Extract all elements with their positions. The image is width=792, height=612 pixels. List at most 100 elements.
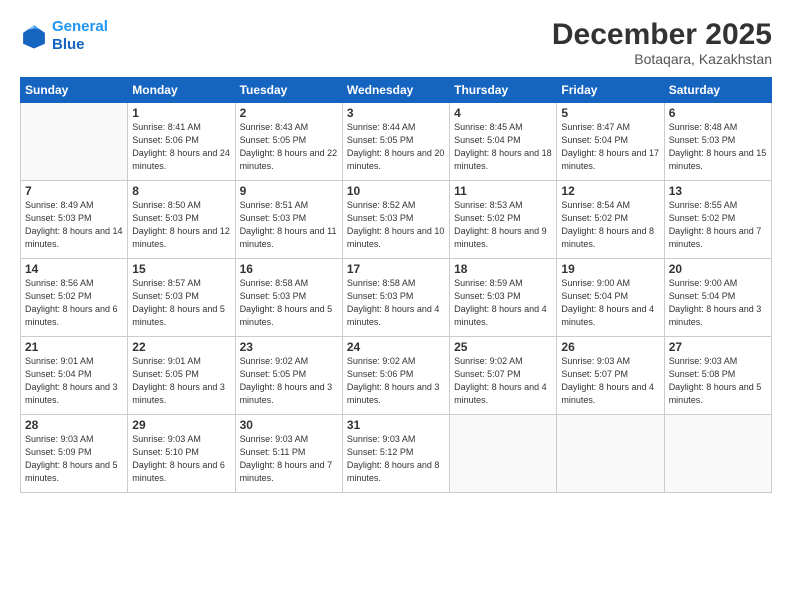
sunset-text: Sunset: 5:02 PM (669, 213, 736, 223)
daylight-text: Daylight: 8 hours and 24 minutes. (132, 148, 230, 171)
month-title: December 2025 (552, 18, 772, 51)
sunrise-text: Sunrise: 8:41 AM (132, 122, 201, 132)
day-number: 31 (347, 418, 445, 432)
day-number: 24 (347, 340, 445, 354)
sunrise-text: Sunrise: 8:56 AM (25, 278, 94, 288)
daylight-text: Daylight: 8 hours and 22 minutes. (240, 148, 338, 171)
day-info: Sunrise: 8:55 AM Sunset: 5:02 PM Dayligh… (669, 199, 767, 251)
sunset-text: Sunset: 5:09 PM (25, 447, 92, 457)
sunset-text: Sunset: 5:06 PM (347, 369, 414, 379)
day-cell (450, 415, 557, 493)
day-cell: 6 Sunrise: 8:48 AM Sunset: 5:03 PM Dayli… (664, 103, 771, 181)
day-number: 1 (132, 106, 230, 120)
daylight-text: Daylight: 8 hours and 18 minutes. (454, 148, 552, 171)
day-info: Sunrise: 9:02 AM Sunset: 5:06 PM Dayligh… (347, 355, 445, 407)
day-number: 3 (347, 106, 445, 120)
daylight-text: Daylight: 8 hours and 7 minutes. (669, 226, 762, 249)
day-cell: 16 Sunrise: 8:58 AM Sunset: 5:03 PM Dayl… (235, 259, 342, 337)
page: General Blue December 2025 Botaqara, Kaz… (0, 0, 792, 612)
sunrise-text: Sunrise: 8:49 AM (25, 200, 94, 210)
sunrise-text: Sunrise: 8:44 AM (347, 122, 416, 132)
col-header-sunday: Sunday (21, 78, 128, 103)
day-cell: 27 Sunrise: 9:03 AM Sunset: 5:08 PM Dayl… (664, 337, 771, 415)
day-info: Sunrise: 9:00 AM Sunset: 5:04 PM Dayligh… (561, 277, 659, 329)
sunrise-text: Sunrise: 9:03 AM (347, 434, 416, 444)
day-cell: 20 Sunrise: 9:00 AM Sunset: 5:04 PM Dayl… (664, 259, 771, 337)
daylight-text: Daylight: 8 hours and 12 minutes. (132, 226, 230, 249)
logo: General Blue (20, 18, 108, 54)
day-info: Sunrise: 8:54 AM Sunset: 5:02 PM Dayligh… (561, 199, 659, 251)
day-info: Sunrise: 8:57 AM Sunset: 5:03 PM Dayligh… (132, 277, 230, 329)
sunrise-text: Sunrise: 9:03 AM (669, 356, 738, 366)
daylight-text: Daylight: 8 hours and 3 minutes. (347, 382, 440, 405)
sunset-text: Sunset: 5:03 PM (454, 291, 521, 301)
sunrise-text: Sunrise: 8:48 AM (669, 122, 738, 132)
day-cell: 24 Sunrise: 9:02 AM Sunset: 5:06 PM Dayl… (342, 337, 449, 415)
daylight-text: Daylight: 8 hours and 10 minutes. (347, 226, 445, 249)
sunset-text: Sunset: 5:04 PM (25, 369, 92, 379)
sunset-text: Sunset: 5:02 PM (561, 213, 628, 223)
sunset-text: Sunset: 5:10 PM (132, 447, 199, 457)
day-number: 7 (25, 184, 123, 198)
daylight-text: Daylight: 8 hours and 5 minutes. (240, 304, 333, 327)
daylight-text: Daylight: 8 hours and 3 minutes. (25, 382, 118, 405)
daylight-text: Daylight: 8 hours and 11 minutes. (240, 226, 337, 249)
day-info: Sunrise: 9:00 AM Sunset: 5:04 PM Dayligh… (669, 277, 767, 329)
sunrise-text: Sunrise: 8:52 AM (347, 200, 416, 210)
day-cell: 8 Sunrise: 8:50 AM Sunset: 5:03 PM Dayli… (128, 181, 235, 259)
day-info: Sunrise: 8:53 AM Sunset: 5:02 PM Dayligh… (454, 199, 552, 251)
sunrise-text: Sunrise: 9:02 AM (454, 356, 523, 366)
sunrise-text: Sunrise: 8:54 AM (561, 200, 630, 210)
col-header-tuesday: Tuesday (235, 78, 342, 103)
day-info: Sunrise: 8:56 AM Sunset: 5:02 PM Dayligh… (25, 277, 123, 329)
day-number: 19 (561, 262, 659, 276)
day-number: 2 (240, 106, 338, 120)
week-row-1: 7 Sunrise: 8:49 AM Sunset: 5:03 PM Dayli… (21, 181, 772, 259)
daylight-text: Daylight: 8 hours and 15 minutes. (669, 148, 767, 171)
day-cell: 13 Sunrise: 8:55 AM Sunset: 5:02 PM Dayl… (664, 181, 771, 259)
day-cell: 17 Sunrise: 8:58 AM Sunset: 5:03 PM Dayl… (342, 259, 449, 337)
day-cell: 19 Sunrise: 9:00 AM Sunset: 5:04 PM Dayl… (557, 259, 664, 337)
sunrise-text: Sunrise: 9:02 AM (347, 356, 416, 366)
day-cell (557, 415, 664, 493)
day-number: 14 (25, 262, 123, 276)
daylight-text: Daylight: 8 hours and 4 minutes. (347, 304, 440, 327)
day-info: Sunrise: 9:03 AM Sunset: 5:11 PM Dayligh… (240, 433, 338, 485)
day-number: 6 (669, 106, 767, 120)
sunrise-text: Sunrise: 9:03 AM (132, 434, 201, 444)
day-number: 18 (454, 262, 552, 276)
daylight-text: Daylight: 8 hours and 7 minutes. (240, 460, 333, 483)
sunset-text: Sunset: 5:07 PM (561, 369, 628, 379)
day-info: Sunrise: 8:58 AM Sunset: 5:03 PM Dayligh… (347, 277, 445, 329)
day-info: Sunrise: 9:03 AM Sunset: 5:08 PM Dayligh… (669, 355, 767, 407)
day-number: 23 (240, 340, 338, 354)
week-row-2: 14 Sunrise: 8:56 AM Sunset: 5:02 PM Dayl… (21, 259, 772, 337)
day-info: Sunrise: 8:41 AM Sunset: 5:06 PM Dayligh… (132, 121, 230, 173)
sunrise-text: Sunrise: 9:03 AM (240, 434, 309, 444)
header: General Blue December 2025 Botaqara, Kaz… (20, 18, 772, 67)
logo-text: General Blue (52, 18, 108, 54)
day-cell: 25 Sunrise: 9:02 AM Sunset: 5:07 PM Dayl… (450, 337, 557, 415)
location: Botaqara, Kazakhstan (552, 51, 772, 67)
sunset-text: Sunset: 5:11 PM (240, 447, 306, 457)
day-cell (664, 415, 771, 493)
week-row-3: 21 Sunrise: 9:01 AM Sunset: 5:04 PM Dayl… (21, 337, 772, 415)
day-number: 4 (454, 106, 552, 120)
sunset-text: Sunset: 5:04 PM (561, 135, 628, 145)
sunrise-text: Sunrise: 8:43 AM (240, 122, 309, 132)
sunset-text: Sunset: 5:07 PM (454, 369, 521, 379)
sunset-text: Sunset: 5:05 PM (132, 369, 199, 379)
daylight-text: Daylight: 8 hours and 8 minutes. (347, 460, 440, 483)
daylight-text: Daylight: 8 hours and 5 minutes. (132, 304, 225, 327)
daylight-text: Daylight: 8 hours and 5 minutes. (669, 382, 762, 405)
day-info: Sunrise: 9:01 AM Sunset: 5:05 PM Dayligh… (132, 355, 230, 407)
day-number: 25 (454, 340, 552, 354)
day-info: Sunrise: 8:58 AM Sunset: 5:03 PM Dayligh… (240, 277, 338, 329)
day-info: Sunrise: 8:45 AM Sunset: 5:04 PM Dayligh… (454, 121, 552, 173)
col-header-wednesday: Wednesday (342, 78, 449, 103)
sunset-text: Sunset: 5:04 PM (454, 135, 521, 145)
day-info: Sunrise: 8:43 AM Sunset: 5:05 PM Dayligh… (240, 121, 338, 173)
day-number: 22 (132, 340, 230, 354)
day-number: 30 (240, 418, 338, 432)
day-cell: 9 Sunrise: 8:51 AM Sunset: 5:03 PM Dayli… (235, 181, 342, 259)
